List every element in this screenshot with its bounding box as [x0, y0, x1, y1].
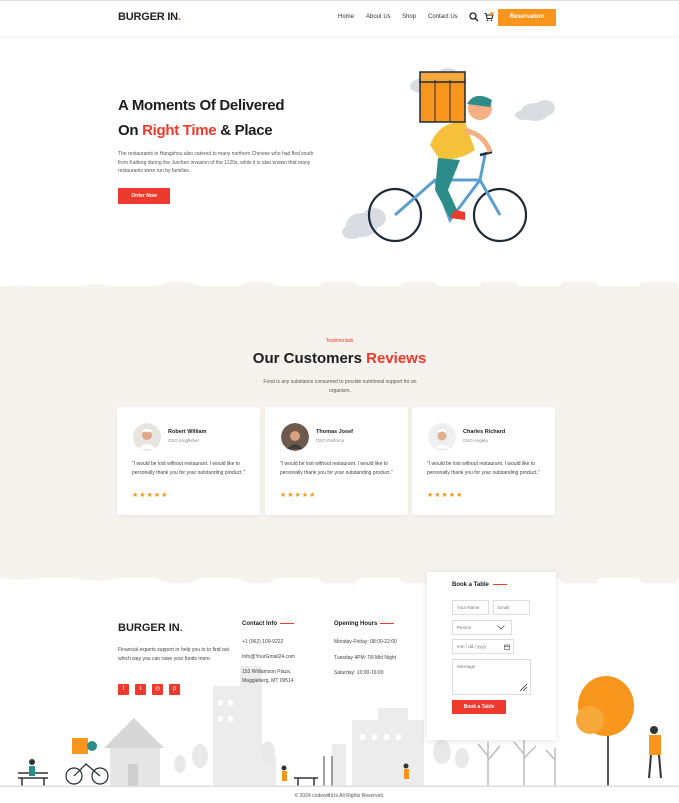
testimonials-description: Food is any substance consumed to provid…	[263, 379, 417, 394]
city-illustration	[0, 666, 679, 787]
email-field[interactable]: Email	[493, 600, 530, 615]
twitter-icon[interactable]: t	[135, 684, 146, 695]
cart-badge	[490, 12, 494, 16]
review-card: Thomas Josef CEO Getforce "I would be lo…	[265, 407, 408, 515]
contact-info-heading: Contact Info	[242, 621, 294, 627]
torn-edge-top	[0, 282, 679, 290]
star-rating: ★★★★★	[427, 492, 464, 499]
review-quote: "I would be lost without restaurant. I w…	[280, 461, 393, 476]
hero-title-line1: A Moments Of Delivered	[118, 97, 285, 114]
name-field[interactable]: Your Name	[452, 600, 489, 615]
footer-description: Financial experts support or help you to…	[118, 647, 229, 662]
book-table-button[interactable]: Book a Table	[452, 700, 506, 714]
reviewer-role: CEO Angela	[463, 438, 488, 443]
footer-logo[interactable]: BURGER IN.	[118, 622, 183, 634]
nav-about-us[interactable]: About Us	[366, 14, 391, 20]
hours-weekdays: Monday-Friday: 08:00-22:00	[334, 639, 397, 645]
review-card: Charles Richard CEO Angela "I would be l…	[412, 407, 555, 515]
cart-icon[interactable]	[484, 12, 494, 22]
reviewer-role: CEO Kingfisher	[168, 438, 200, 443]
person-select-value: Person	[457, 625, 472, 630]
opening-hours-heading: Opening Hours	[334, 621, 395, 627]
page: BURGER IN. Home About Us Shop Contact Us…	[0, 0, 679, 803]
contact-address: 153 Williamson Plaza, Maggieberg, MT 095…	[242, 669, 294, 684]
date-field[interactable]: mm / dd / yyyy	[452, 639, 514, 654]
review-quote: "I would be lost without restaurant. I w…	[132, 461, 245, 476]
contact-phone[interactable]: +1 (062) 109-9222	[242, 638, 283, 647]
reviewer-role: CEO Getforce	[316, 438, 345, 443]
facebook-icon[interactable]: f	[118, 684, 129, 695]
date-placeholder: mm / dd / yyyy	[457, 644, 487, 649]
hours-tuesday: Tuesday 4PM: Till Mid Night	[334, 655, 397, 661]
hero-title-line2: On Right Time & Place	[118, 122, 273, 139]
avatar	[428, 423, 456, 451]
copyright-text: © 2024 codewithUs All Rights Reserved.	[294, 793, 385, 799]
testimonials-kicker: Testimonials	[325, 338, 354, 344]
review-card: Robert William CEO Kingfisher "I would b…	[117, 407, 260, 515]
search-icon[interactable]	[469, 12, 479, 22]
nav-shop[interactable]: Shop	[402, 14, 416, 20]
reviewer-name: Thomas Josef	[316, 429, 353, 435]
pinterest-icon[interactable]: p	[169, 684, 180, 695]
star-rating: ★★★★★	[280, 492, 317, 499]
person-select[interactable]: Person	[452, 620, 512, 635]
book-table-heading: Book a Table	[452, 582, 507, 588]
cloud-icon	[515, 100, 555, 121]
calendar-icon[interactable]	[504, 644, 510, 650]
footer-divider	[0, 786, 679, 787]
avatar	[133, 423, 161, 451]
order-now-button[interactable]: Order Now	[118, 188, 170, 204]
nav-contact-us[interactable]: Contact Us	[428, 14, 458, 20]
cloud-icon	[342, 208, 386, 239]
avatar	[281, 423, 309, 451]
chevron-down-icon	[497, 625, 505, 630]
contact-email[interactable]: Info@YourGmail24.com	[242, 653, 295, 662]
star-rating: ★★★★★	[132, 492, 169, 499]
reservation-button[interactable]: Reservation	[498, 9, 556, 26]
reviewer-name: Robert William	[168, 429, 207, 435]
book-table-form: Book a Table Your Name Email Person mm /…	[427, 572, 556, 740]
delivery-cyclist-illustration	[342, 68, 555, 243]
instagram-icon[interactable]: ◎	[152, 684, 163, 695]
hours-saturday: Saturday: 10:00-16:00	[334, 670, 384, 676]
reviewer-name: Charles Richard	[463, 429, 506, 435]
logo[interactable]: BURGER IN.	[118, 11, 181, 23]
torn-edge-bottom	[0, 575, 679, 583]
hero-description: The restaurants in Hangzhou also catered…	[118, 151, 314, 174]
testimonials-title: Our Customers Reviews	[252, 350, 427, 367]
resize-handle-icon[interactable]	[518, 682, 528, 692]
header: BURGER IN. Home About Us Shop Contact Us…	[0, 0, 679, 36]
review-quote: "I would be lost without restaurant. I w…	[427, 461, 540, 476]
message-placeholder: Message	[457, 664, 476, 669]
message-field[interactable]: Message	[452, 659, 531, 695]
nav-home[interactable]: Home	[338, 14, 354, 20]
